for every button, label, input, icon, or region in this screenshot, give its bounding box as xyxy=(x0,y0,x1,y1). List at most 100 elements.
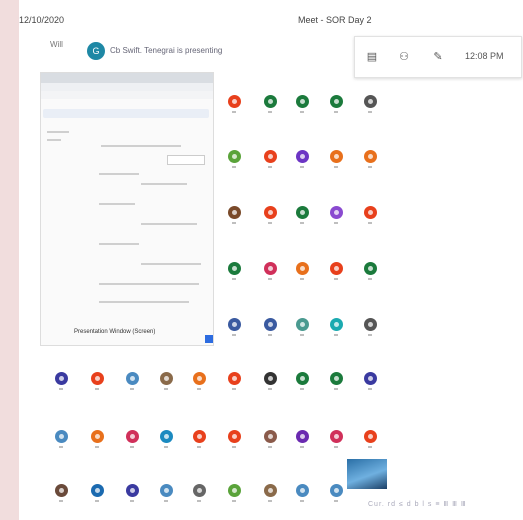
content-line xyxy=(141,183,187,185)
content-line xyxy=(99,203,135,205)
participant-name xyxy=(368,166,372,168)
participant-avatar[interactable] xyxy=(330,484,343,497)
avatar-initial-icon xyxy=(232,266,237,271)
participant-avatar[interactable] xyxy=(91,484,104,497)
participant-avatar[interactable] xyxy=(228,484,241,497)
participant-avatar[interactable] xyxy=(228,318,241,331)
screen-button[interactable] xyxy=(205,335,213,343)
participant-avatar[interactable] xyxy=(228,430,241,443)
participant-name xyxy=(334,500,338,502)
content-line xyxy=(99,173,139,175)
participant-avatar[interactable] xyxy=(55,430,68,443)
participant-avatar[interactable] xyxy=(330,206,343,219)
participant-avatar[interactable] xyxy=(55,484,68,497)
content-line xyxy=(99,301,189,303)
participant-avatar[interactable] xyxy=(126,484,139,497)
chat-icon[interactable]: ✎ xyxy=(431,50,445,64)
participant-name xyxy=(164,446,168,448)
avatar-initial-icon xyxy=(300,488,305,493)
avatar-initial-icon xyxy=(300,154,305,159)
participant-avatar[interactable] xyxy=(296,262,309,275)
avatar-initial-icon xyxy=(197,434,202,439)
participant-name xyxy=(300,222,304,224)
participant-avatar[interactable] xyxy=(296,430,309,443)
participant-name xyxy=(268,388,272,390)
participant-avatar[interactable] xyxy=(126,372,139,385)
participant-avatar[interactable] xyxy=(296,150,309,163)
participant-avatar[interactable] xyxy=(330,262,343,275)
participant-avatar[interactable] xyxy=(264,430,277,443)
participant-avatar[interactable] xyxy=(296,318,309,331)
participant-avatar[interactable] xyxy=(264,372,277,385)
presenting-status: Cb Swift. Tenegrai is presenting xyxy=(110,46,223,55)
avatar-initial-icon xyxy=(300,434,305,439)
participant-avatar[interactable] xyxy=(330,318,343,331)
participant-name xyxy=(59,500,63,502)
avatar-initial-icon xyxy=(59,488,64,493)
participant-avatar[interactable] xyxy=(160,372,173,385)
avatar-initial-icon xyxy=(232,99,237,104)
participant-avatar[interactable] xyxy=(364,150,377,163)
participant-avatar[interactable] xyxy=(296,95,309,108)
participant-avatar[interactable] xyxy=(330,95,343,108)
avatar-initial-icon xyxy=(300,210,305,215)
content-line xyxy=(101,145,181,147)
participant-name xyxy=(130,446,134,448)
participant-avatar[interactable] xyxy=(228,95,241,108)
participant-avatar[interactable] xyxy=(160,484,173,497)
participant-avatar[interactable] xyxy=(193,372,206,385)
participant-avatar[interactable] xyxy=(264,150,277,163)
avatar-initial-icon xyxy=(334,434,339,439)
participant-avatar[interactable] xyxy=(228,150,241,163)
participant-avatar[interactable] xyxy=(364,372,377,385)
participant-avatar[interactable] xyxy=(264,484,277,497)
participant-avatar[interactable] xyxy=(91,372,104,385)
participant-avatar[interactable] xyxy=(296,484,309,497)
participant-avatar[interactable] xyxy=(228,372,241,385)
participant-avatar[interactable] xyxy=(264,262,277,275)
participant-name xyxy=(95,388,99,390)
participant-avatar[interactable] xyxy=(296,206,309,219)
avatar-initial-icon xyxy=(268,266,273,271)
participant-name xyxy=(130,500,134,502)
participant-avatar[interactable] xyxy=(364,318,377,331)
participant-avatar[interactable] xyxy=(264,206,277,219)
content-line xyxy=(99,283,199,285)
people-icon[interactable]: ⚇ xyxy=(397,50,411,64)
avatar-initial-icon xyxy=(334,99,339,104)
participant-avatar[interactable] xyxy=(330,150,343,163)
avatar-initial-icon xyxy=(232,210,237,215)
participant-name xyxy=(334,446,338,448)
participant-avatar[interactable] xyxy=(296,372,309,385)
participant-avatar[interactable] xyxy=(126,430,139,443)
participant-avatar[interactable] xyxy=(364,430,377,443)
participant-avatar[interactable] xyxy=(330,430,343,443)
participant-avatar[interactable] xyxy=(193,484,206,497)
avatar-initial-icon xyxy=(232,434,237,439)
participant-avatar[interactable] xyxy=(55,372,68,385)
participant-avatar[interactable] xyxy=(228,206,241,219)
participant-name xyxy=(300,166,304,168)
participant-avatar[interactable] xyxy=(364,262,377,275)
participant-name xyxy=(368,222,372,224)
participant-avatar[interactable] xyxy=(330,372,343,385)
participant-avatar[interactable] xyxy=(364,95,377,108)
avatar-initial-icon xyxy=(268,210,273,215)
participant-name xyxy=(164,500,168,502)
participant-avatar[interactable] xyxy=(160,430,173,443)
participant-avatar[interactable] xyxy=(228,262,241,275)
self-view-thumbnail xyxy=(347,459,387,489)
document-icon[interactable]: ▤ xyxy=(365,50,379,64)
participant-avatar[interactable] xyxy=(91,430,104,443)
avatar-initial-icon xyxy=(164,376,169,381)
participant-avatar[interactable] xyxy=(364,206,377,219)
footer-text: Cur. rd ≤ d b l s ≡ Ⅲ Ⅲ Ⅲ xyxy=(368,501,467,508)
participant-name xyxy=(268,222,272,224)
participant-name xyxy=(334,388,338,390)
meeting-title: Meet - SOR Day 2 xyxy=(298,15,372,25)
shared-screen[interactable]: Presentation Window (Screen) xyxy=(40,72,214,346)
participant-name xyxy=(334,166,338,168)
participant-avatar[interactable] xyxy=(264,318,277,331)
participant-avatar[interactable] xyxy=(193,430,206,443)
participant-avatar[interactable] xyxy=(264,95,277,108)
